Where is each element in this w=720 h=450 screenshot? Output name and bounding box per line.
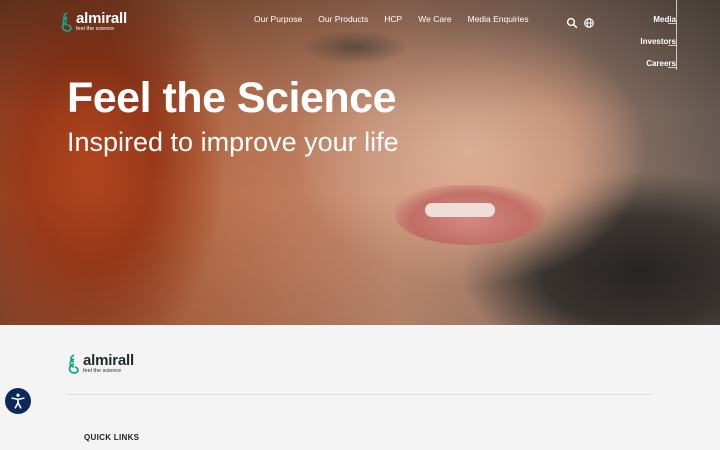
quick-links-heading: QUICK LINKS: [84, 433, 140, 442]
hero-overlay: [0, 0, 720, 325]
footer-brand-name: almirall: [83, 352, 134, 370]
side-link-investors[interactable]: Investors: [640, 30, 676, 52]
nav-our-purpose[interactable]: Our Purpose: [254, 14, 302, 24]
almirall-logo-icon: [68, 354, 79, 374]
brand-name: almirall: [76, 10, 127, 28]
main-nav: Our Purpose Our Products HCP We Care Med…: [254, 14, 529, 24]
almirall-logo-icon: [61, 12, 72, 32]
nav-media-enquiries[interactable]: Media Enquiries: [468, 14, 529, 24]
nav-our-products[interactable]: Our Products: [318, 14, 368, 24]
side-links: Media Investors Careers: [640, 8, 676, 74]
footer-logo[interactable]: almirall feel the science: [67, 353, 134, 375]
hero-banner: almirall feel the science Our Purpose Ou…: [0, 0, 720, 325]
hero-subtitle: Inspired to improve your life: [67, 127, 399, 157]
nav-we-care[interactable]: We Care: [418, 14, 451, 24]
globe-icon[interactable]: [583, 16, 595, 28]
side-link-media[interactable]: Media: [653, 8, 676, 30]
footer: [0, 325, 720, 450]
side-links-rail: [676, 0, 677, 70]
side-link-careers[interactable]: Careers: [646, 52, 676, 74]
header-logo-text: almirall feel the science: [76, 11, 127, 33]
accessibility-icon: [11, 393, 25, 409]
brand-tagline: feel the science: [76, 26, 115, 33]
nav-hcp[interactable]: HCP: [384, 14, 402, 24]
footer-divider: [67, 394, 652, 395]
hero-title: Feel the Science: [67, 74, 397, 122]
accessibility-button[interactable]: [5, 388, 31, 414]
header-logo[interactable]: almirall feel the science: [60, 11, 127, 33]
search-icon[interactable]: [566, 16, 578, 29]
footer-brand-tagline: feel the science: [83, 368, 122, 375]
footer-logo-text: almirall feel the science: [83, 353, 134, 375]
